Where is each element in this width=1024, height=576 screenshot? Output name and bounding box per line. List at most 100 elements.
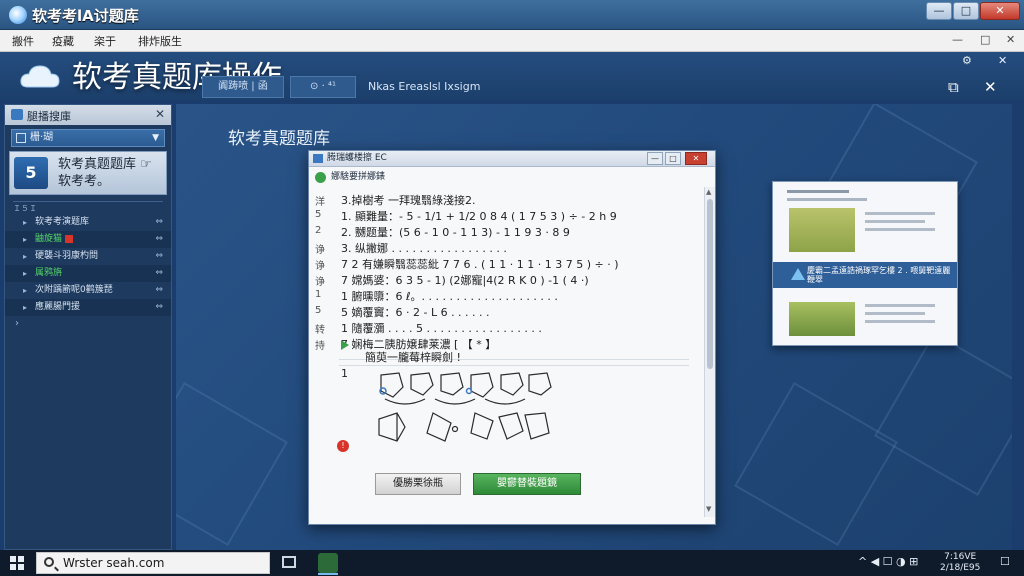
arrow-right-icon: ▸ bbox=[23, 286, 28, 295]
menu-item-edit[interactable]: 疫藏 bbox=[52, 33, 74, 49]
preview-card[interactable]: 慶霸二孟遠誥禍琢罕乞樓 2 . 喂舅靶遠麗鞭翠 bbox=[772, 181, 958, 346]
settings-icon[interactable]: ⚙ bbox=[962, 54, 972, 67]
dialog-titlebar: 腾瑞蠖楼擦 EC — □ ✕ bbox=[309, 151, 715, 167]
dialog-header: 娜騇要拼娜錶 bbox=[309, 167, 715, 187]
menu-restore-button[interactable]: □ bbox=[980, 33, 990, 46]
preview-line bbox=[787, 190, 849, 193]
header-button-primary[interactable]: 阗踌喷 | 函 bbox=[202, 76, 284, 98]
cloud-logo-icon bbox=[20, 65, 60, 88]
taskbar-app-icon[interactable] bbox=[318, 553, 338, 575]
sidebar-item-label: 次附踽簖呢0鹳簇琵 bbox=[35, 285, 113, 295]
side-label: 2 bbox=[315, 225, 322, 236]
triangle-logo-icon bbox=[791, 268, 805, 280]
error-icon: ! bbox=[337, 440, 349, 452]
item-action-icon: ⇔ bbox=[155, 251, 163, 261]
sidebar-tiny-label: Ｉ５Ｉ bbox=[13, 204, 37, 213]
play-line-text: 簡萸一朧莓梓瞬劍 ! bbox=[365, 351, 461, 364]
preview-line bbox=[865, 312, 925, 315]
side-label: 诤 bbox=[315, 261, 325, 272]
window-titlebar: 软考考lA讨题库 — □ ✕ bbox=[0, 0, 1024, 30]
dialog-divider bbox=[339, 365, 689, 366]
sidebar-dropdown[interactable]: 栅·瑚 ▼ bbox=[11, 129, 165, 147]
sidebar-featured-item[interactable]: 5 软考真题题库 ☞ 软考考。 bbox=[9, 151, 167, 195]
arrow-right-icon: ▸ bbox=[23, 269, 28, 278]
sidebar-item-4[interactable]: ▸ 属鸦旃 ⇔ bbox=[5, 265, 171, 282]
figure-number: 1 bbox=[341, 367, 348, 380]
preview-line bbox=[865, 212, 935, 215]
background-hexagon bbox=[734, 382, 898, 546]
sidebar-close-icon[interactable]: ✕ bbox=[155, 107, 165, 121]
item-action-icon: ⇔ bbox=[155, 302, 163, 312]
confirm-button[interactable]: 嬰鬱替裝題鏡 bbox=[473, 473, 581, 495]
scroll-up-icon[interactable]: ▲ bbox=[706, 188, 711, 196]
sidebar: 腿播搜庫 ✕ 栅·瑚 ▼ 5 软考真题题库 ☞ 软考考。 Ｉ５Ｉ ▸ 软考考演题… bbox=[4, 104, 172, 550]
main-title: 软考真题题库 bbox=[228, 129, 330, 149]
arrow-right-icon: ▸ bbox=[23, 218, 28, 227]
question-line: 2. 嬲题量：(5 6 - 1 0 - 1 1 3) - 1 1 9 3 · 8… bbox=[341, 226, 570, 239]
side-label: 持 bbox=[315, 341, 325, 352]
header-close-icon[interactable]: ✕ bbox=[984, 78, 997, 96]
side-label: 5 bbox=[315, 305, 322, 316]
taskbar-search-box[interactable]: Wrster seah.com bbox=[36, 552, 270, 574]
menu-minimize-button[interactable]: — bbox=[952, 33, 963, 46]
arrow-right-icon: ▸ bbox=[23, 235, 28, 244]
header-small-close-icon[interactable]: ✕ bbox=[998, 54, 1007, 67]
header-button-secondary[interactable]: ⊙ · ⁴¹ bbox=[290, 76, 356, 98]
sidebar-item-label: 鼬旋猫 bbox=[35, 234, 63, 244]
preview-line bbox=[865, 320, 935, 323]
item-action-icon: ⇔ bbox=[155, 217, 163, 227]
preview-band: 慶霸二孟遠誥禍琢罕乞樓 2 . 喂舅靶遠麗鞭翠 bbox=[773, 262, 957, 288]
arrow-right-icon: ▸ bbox=[23, 303, 28, 312]
scroll-down-icon[interactable]: ▼ bbox=[706, 505, 711, 513]
dialog-maximize-button[interactable]: □ bbox=[665, 152, 681, 165]
dialog-minimize-button[interactable]: — bbox=[647, 152, 663, 165]
sidebar-item-3[interactable]: ▸ 硬襲斗羽康杓問 ⇔ bbox=[5, 248, 171, 265]
question-line: 3. 纵撇娜 . . . . . . . . . . . . . . . . . bbox=[341, 242, 507, 255]
question-line: 7 嫦媽婆：6 3 5 - 1) (2娜寵|4(2 R K 0 ) -1 ( 4… bbox=[341, 274, 589, 287]
dialog-header-label: 娜騇要拼娜錶 bbox=[331, 172, 386, 182]
preview-line bbox=[865, 220, 925, 223]
scrollbar-thumb[interactable] bbox=[707, 199, 713, 369]
chevron-down-icon: ▼ bbox=[152, 133, 159, 143]
window-close-button[interactable]: ✕ bbox=[980, 2, 1020, 20]
task-view-icon[interactable] bbox=[282, 556, 296, 568]
dialog-close-button[interactable]: ✕ bbox=[685, 152, 707, 165]
window-minimize-button[interactable]: — bbox=[926, 2, 952, 20]
taskbar: Wrster seah.com ^ ◀ ☐ ◑ ⊞ 7:16VE 2/18/E9… bbox=[0, 550, 1024, 576]
sidebar-item-6[interactable]: ▸ 應麗腸門援 ⇔ bbox=[5, 299, 171, 316]
taskbar-search-text: Wrster seah.com bbox=[63, 556, 165, 570]
preview-image bbox=[789, 208, 855, 252]
sidebar-header: 腿播搜庫 ✕ bbox=[5, 105, 171, 125]
expand-chevron-icon[interactable]: › bbox=[5, 318, 171, 329]
dialog-scrollbar[interactable]: ▲ ▼ bbox=[704, 187, 715, 517]
menu-item-view[interactable]: 栥于 bbox=[94, 33, 116, 49]
cancel-button[interactable]: 優勝栗徐瓶 bbox=[375, 473, 461, 495]
question-line: 7 2 有嫌瞬翳蕊蕊紕 7 7 6 . ( 1 1 · 1 1 · 1 3 7 … bbox=[341, 258, 619, 271]
search-icon bbox=[44, 557, 54, 567]
dialog-app-icon bbox=[313, 154, 323, 163]
play-icon[interactable] bbox=[341, 340, 349, 350]
side-label: 转 bbox=[315, 325, 325, 336]
sidebar-dropdown-value: 栅·瑚 bbox=[30, 132, 54, 143]
window-maximize-button[interactable]: □ bbox=[953, 2, 979, 20]
menu-close-button[interactable]: ✕ bbox=[1006, 33, 1015, 46]
background-hexagon bbox=[176, 382, 288, 546]
windows-start-icon[interactable] bbox=[10, 556, 24, 570]
system-tray-icons[interactable]: ^ ◀ ☐ ◑ ⊞ bbox=[858, 555, 918, 568]
taskbar-clock[interactable]: 7:16VE 2/18/E95 bbox=[940, 552, 980, 574]
menu-item-help[interactable]: 排炸版生 bbox=[138, 33, 182, 49]
app-logo-icon bbox=[9, 6, 27, 24]
dock-icon[interactable]: ⧉ bbox=[948, 78, 959, 96]
background-hexagon bbox=[874, 332, 1012, 496]
menu-item-file[interactable]: 搬件 bbox=[12, 33, 34, 49]
taskbar-date: 2/18/E95 bbox=[940, 563, 981, 573]
sidebar-divider bbox=[13, 201, 163, 202]
question-bank-icon: 5 bbox=[14, 157, 48, 189]
sidebar-item-1[interactable]: ▸ 软考考演题库 ⇔ bbox=[5, 214, 171, 231]
question-line: 1 隨覆瀰 . . . . 5 . . . . . . . . . . . . … bbox=[341, 322, 542, 335]
side-label: 洋 bbox=[315, 197, 325, 208]
sidebar-item-2[interactable]: ▸ 鼬旋猫 ⇔ bbox=[5, 231, 171, 248]
sidebar-featured-label: 软考真题题库 ☞ 软考考。 bbox=[58, 157, 152, 189]
sidebar-item-5[interactable]: ▸ 次附踽簖呢0鹳簇琵 ⇔ bbox=[5, 282, 171, 299]
notification-icon[interactable]: ☐ bbox=[1000, 555, 1010, 568]
